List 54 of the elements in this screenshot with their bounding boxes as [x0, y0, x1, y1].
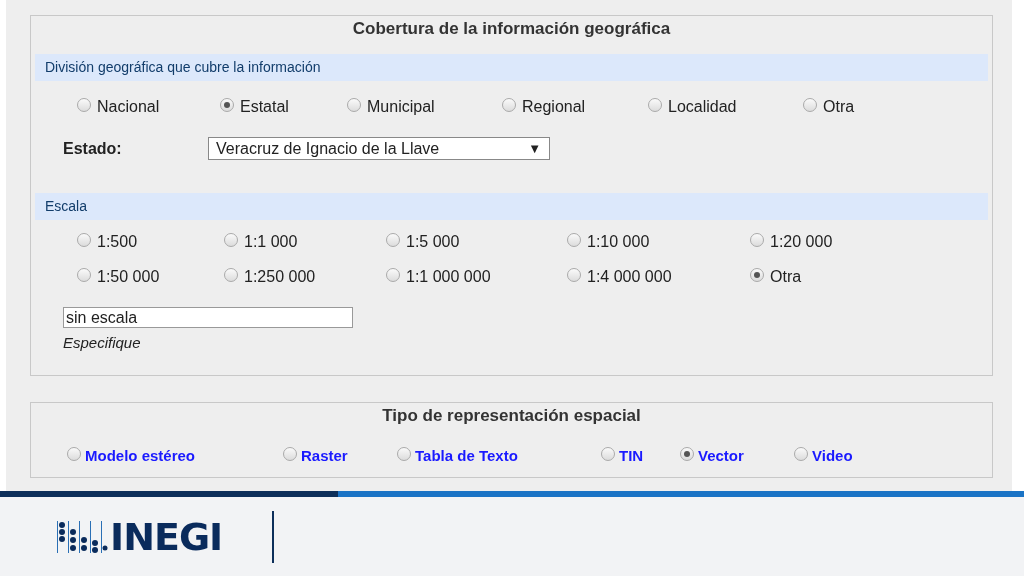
radio-label: Raster: [301, 447, 348, 464]
radio-label: 1:1 000 000: [406, 268, 491, 286]
radio-label: Estatal: [240, 98, 289, 116]
radio-label: 1:50 000: [97, 268, 160, 286]
radio-button[interactable]: [386, 233, 400, 247]
radio-label: 1:20 000: [770, 233, 833, 251]
radio-button[interactable]: [77, 98, 91, 112]
radio-label: 1:500: [97, 233, 138, 251]
radio-button[interactable]: [67, 446, 81, 461]
radio-button[interactable]: [648, 98, 662, 112]
radio-button[interactable]: [386, 268, 400, 282]
radio-button[interactable]: [77, 233, 91, 247]
radio-label: 1:250 000: [244, 268, 316, 286]
radio-label: 1:5 000: [406, 233, 460, 251]
radio-label: 1:4 000 000: [587, 268, 672, 286]
radio-button[interactable]: [567, 233, 581, 247]
radio-button[interactable]: [77, 268, 91, 282]
radio-label: 1:1 000: [244, 233, 298, 251]
radio-label: Otra: [770, 268, 802, 286]
radio-button[interactable]: [680, 446, 694, 461]
section-title: Tipo de representación espacial: [381, 405, 642, 427]
radio-label: Video: [812, 447, 853, 464]
radio-label: Tabla de Texto: [415, 447, 518, 464]
radio-label: Nacional: [97, 98, 160, 116]
radio-label: 1:10 000: [587, 233, 650, 251]
section-title: Cobertura de la información geográfica: [351, 18, 672, 40]
logo-text: INEGI: [110, 514, 223, 559]
radio-button[interactable]: [803, 98, 817, 112]
radio-button[interactable]: [601, 446, 615, 461]
radio-button[interactable]: [220, 98, 234, 112]
radio-button[interactable]: [347, 98, 361, 112]
radio-label: Regional: [522, 98, 586, 116]
radio-label: Vector: [698, 447, 744, 464]
subsection-header: División geográfica que cubre la información: [35, 54, 988, 81]
radio-button[interactable]: [283, 446, 297, 461]
radio-button[interactable]: [224, 233, 238, 247]
radio-button[interactable]: [567, 268, 581, 282]
field-label: Estado:: [63, 139, 123, 158]
radio-button[interactable]: [224, 268, 238, 282]
radio-button[interactable]: [502, 98, 516, 112]
radio-label: Localidad: [668, 98, 737, 116]
radio-label: Otra: [823, 98, 855, 116]
field-hint: Especifique: [63, 334, 142, 351]
radio-button[interactable]: [750, 233, 764, 247]
radio-label: Modelo estéreo: [85, 447, 196, 464]
state-dropdown[interactable]: Veracruz de Ignacio de la Llave ▼: [208, 137, 550, 160]
subsection-header: Escala: [35, 193, 988, 220]
radio-label: TIN: [619, 447, 644, 464]
logo-icon: [56, 518, 108, 555]
radio-label: Municipal: [367, 98, 435, 116]
radio-button[interactable]: [397, 446, 411, 461]
radio-button[interactable]: [794, 446, 808, 461]
radio-button[interactable]: [750, 268, 764, 282]
input-field[interactable]: sin escala: [63, 307, 353, 328]
